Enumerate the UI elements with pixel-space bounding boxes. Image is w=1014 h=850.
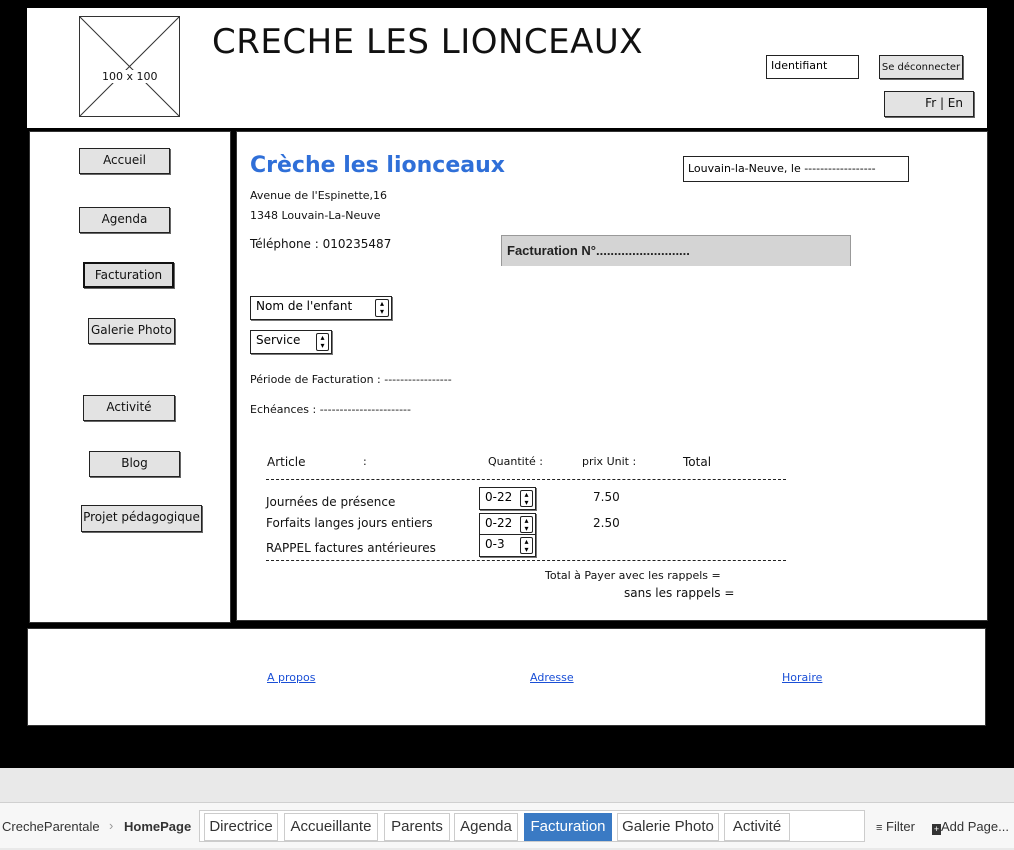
spinner-icon[interactable]: ▴ ▾ — [520, 537, 533, 554]
service-select-value: Service — [256, 333, 301, 347]
sidebar-item-agenda[interactable]: Agenda — [79, 207, 170, 233]
due-dates: Echéances : ----------------------- — [250, 403, 411, 416]
image-placeholder-icon — [80, 17, 179, 116]
spinner-icon[interactable]: ▴ ▾ — [520, 516, 533, 533]
quantity-stepper[interactable]: 0-22 ▴ ▾ — [479, 513, 536, 536]
address-line-2: 1348 Louvain-La-Neuve — [250, 209, 381, 222]
sidebar-item-galerie-photo[interactable]: Galerie Photo — [88, 318, 175, 344]
sidebar-item-projet-pedagogique[interactable]: Projet pédagogique — [81, 505, 202, 532]
tab-parents[interactable]: Parents — [384, 813, 450, 841]
tab-agenda[interactable]: Agenda — [454, 813, 518, 841]
table-row-article: RAPPEL factures antérieures — [266, 541, 436, 555]
filter-icon: ≡ — [876, 822, 883, 834]
language-toggle-button[interactable]: Fr | En — [884, 91, 974, 117]
organization-name: Crèche les lionceaux — [250, 153, 505, 178]
total-with-reminders: Total à Payer avec les rappels = — [545, 569, 721, 582]
service-select[interactable]: Service ▴ ▾ — [250, 330, 332, 354]
tab-accueillante[interactable]: Accueillante — [284, 813, 378, 841]
logo-placeholder-label: 100 x 100 — [102, 70, 158, 83]
table-row-article: Journées de présence — [266, 495, 396, 509]
column-header-article: Article — [267, 455, 306, 469]
quantity-value: 0-22 — [485, 490, 513, 504]
address-line-1: Avenue de l'Espinette,16 — [250, 189, 388, 202]
tab-facturation[interactable]: Facturation — [524, 813, 612, 841]
tab-directrice[interactable]: Directrice — [204, 813, 278, 841]
sidebar-item-facturation[interactable]: Facturation — [83, 262, 174, 288]
add-page-button[interactable]: + Add Page... — [932, 819, 1009, 835]
sidebar: Accueil Agenda Facturation Galerie Photo… — [29, 131, 231, 623]
spinner-icon[interactable]: ▴ ▾ — [316, 333, 329, 351]
footer-link-a-propos[interactable]: A propos — [267, 671, 315, 684]
logo-placeholder: 100 x 100 — [79, 16, 180, 117]
table-top-divider — [266, 479, 786, 480]
invoice-number-label: Facturation N°.......................... — [507, 243, 690, 258]
invoice-panel: Crèche les lionceaux Avenue de l'Espinet… — [236, 131, 988, 621]
child-name-select[interactable]: Nom de l'enfant ▴ ▾ — [250, 296, 392, 320]
add-page-icon: + — [932, 824, 941, 835]
sidebar-item-blog[interactable]: Blog — [89, 451, 180, 477]
footer: A propos Adresse Horaire — [27, 628, 986, 726]
unit-price-value: 2.50 — [593, 516, 620, 530]
column-header-unit-price: prix Unit : — [582, 455, 637, 468]
breadcrumb-separator: › — [109, 818, 114, 833]
footer-link-adresse[interactable]: Adresse — [530, 671, 574, 684]
table-row-article: Forfaits langes jours entiers — [266, 516, 433, 530]
page-title: CRECHE LES LIONCEAUX — [212, 22, 644, 62]
sidebar-item-activite[interactable]: Activité — [83, 395, 175, 421]
login-field[interactable]: Identifiant — [766, 55, 859, 79]
unit-price-value: 7.50 — [593, 490, 620, 504]
tab-activite[interactable]: Activité — [724, 813, 790, 841]
page-navigator-bar: CrecheParentale › HomePage Directrice Ac… — [0, 768, 1014, 850]
breadcrumb-current[interactable]: HomePage — [124, 819, 191, 834]
spinner-icon[interactable]: ▴ ▾ — [375, 299, 389, 317]
add-page-label: Add Page... — [941, 819, 1009, 834]
quantity-value: 0-3 — [485, 537, 505, 551]
total-without-reminders: sans les rappels = — [624, 586, 735, 600]
quantity-stepper[interactable]: 0-22 ▴ ▾ — [479, 487, 536, 510]
invoice-number-box: Facturation N°.......................... — [501, 235, 851, 271]
breadcrumb-root[interactable]: CrecheParentale — [2, 819, 100, 834]
tab-galerie-photo[interactable]: Galerie Photo — [617, 813, 719, 841]
column-header-quantity: Quantité : — [488, 455, 543, 468]
quantity-stepper[interactable]: 0-3 ▴ ▾ — [479, 534, 536, 557]
filter-label: Filter — [886, 819, 915, 834]
page-tabs-container: Directrice Accueillante Parents Agenda F… — [199, 810, 865, 842]
logout-button[interactable]: Se déconnecter — [879, 55, 963, 79]
sidebar-item-accueil[interactable]: Accueil — [79, 148, 170, 174]
phone-number: Téléphone : 010235487 — [250, 237, 392, 251]
spinner-icon[interactable]: ▴ ▾ — [520, 490, 533, 507]
quantity-value: 0-22 — [485, 516, 513, 530]
table-bottom-divider — [266, 560, 786, 561]
child-name-select-value: Nom de l'enfant — [256, 299, 353, 313]
column-header-separator: : — [363, 455, 367, 468]
place-date-field[interactable]: Louvain-la-Neuve, le ------------------ — [683, 156, 909, 182]
column-header-total: Total — [683, 455, 712, 469]
header-panel: 100 x 100 CRECHE LES LIONCEAUX Identifia… — [27, 8, 987, 128]
footer-link-horaire[interactable]: Horaire — [782, 671, 822, 684]
billing-period: Période de Facturation : ---------------… — [250, 373, 452, 386]
filter-button[interactable]: ≡ Filter — [876, 819, 915, 834]
